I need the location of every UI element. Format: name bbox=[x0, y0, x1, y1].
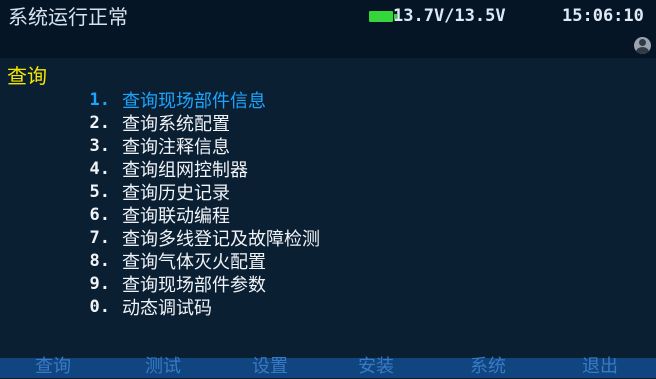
menu-item-query-system-config[interactable]: 2. 查询系统配置 bbox=[70, 111, 320, 135]
bottom-navigation: 查询 测试 设置 安装 系统 退出 bbox=[0, 355, 656, 379]
user-icon-head bbox=[639, 39, 646, 46]
menu-item-number: 3. bbox=[89, 135, 110, 156]
tab-settings[interactable]: 设置 bbox=[252, 355, 288, 379]
menu-item-number: 9. bbox=[89, 273, 110, 294]
tab-exit[interactable]: 退出 bbox=[582, 355, 618, 379]
menu-item-number: 0. bbox=[89, 296, 110, 317]
status-bar: 系统运行正常 13.7V/13.5V 15:06:10 bbox=[0, 0, 656, 58]
menu-item-query-gas-extinguishing[interactable]: 8. 查询气体灭火配置 bbox=[70, 249, 320, 273]
menu-item-number: 6. bbox=[89, 204, 110, 225]
main-screen: 系统运行正常 13.7V/13.5V 15:06:10 查询 1. 查询现场部件… bbox=[0, 0, 656, 378]
battery-icon bbox=[369, 11, 397, 22]
clock: 15:06:10 bbox=[562, 6, 644, 26]
tab-query[interactable]: 查询 bbox=[35, 355, 71, 379]
user-icon[interactable] bbox=[634, 37, 651, 54]
menu-item-number: 8. bbox=[89, 250, 110, 271]
system-status-text: 系统运行正常 bbox=[8, 5, 128, 29]
page-title: 查询 bbox=[7, 64, 47, 88]
menu-item-query-history[interactable]: 5. 查询历史记录 bbox=[70, 180, 320, 204]
query-menu: 1. 查询现场部件信息 2. 查询系统配置 3. 查询注释信息 4. 查询组网控… bbox=[70, 88, 320, 319]
tab-system[interactable]: 系统 bbox=[470, 355, 506, 379]
menu-item-query-site-parameters[interactable]: 9. 查询现场部件参数 bbox=[70, 272, 320, 296]
menu-item-label: 动态调试码 bbox=[122, 297, 212, 319]
menu-item-number: 2. bbox=[89, 112, 110, 133]
menu-item-number: 4. bbox=[89, 158, 110, 179]
tab-install[interactable]: 安装 bbox=[358, 355, 394, 379]
menu-item-query-annotations[interactable]: 3. 查询注释信息 bbox=[70, 134, 320, 158]
menu-item-number: 5. bbox=[89, 181, 110, 202]
menu-item-query-network-controllers[interactable]: 4. 查询组网控制器 bbox=[70, 157, 320, 181]
menu-item-dynamic-debug-code[interactable]: 0. 动态调试码 bbox=[70, 295, 320, 319]
tab-test[interactable]: 测试 bbox=[145, 355, 181, 379]
menu-item-query-multiline-registration[interactable]: 7. 查询多线登记及故障检测 bbox=[70, 226, 320, 250]
menu-item-query-site-components[interactable]: 1. 查询现场部件信息 bbox=[70, 88, 320, 112]
menu-item-number: 1. bbox=[89, 89, 110, 110]
menu-item-number: 7. bbox=[89, 227, 110, 248]
user-icon-body bbox=[636, 47, 649, 54]
menu-item-query-linkage-programming[interactable]: 6. 查询联动编程 bbox=[70, 203, 320, 227]
voltage-readout: 13.7V/13.5V bbox=[393, 6, 506, 26]
